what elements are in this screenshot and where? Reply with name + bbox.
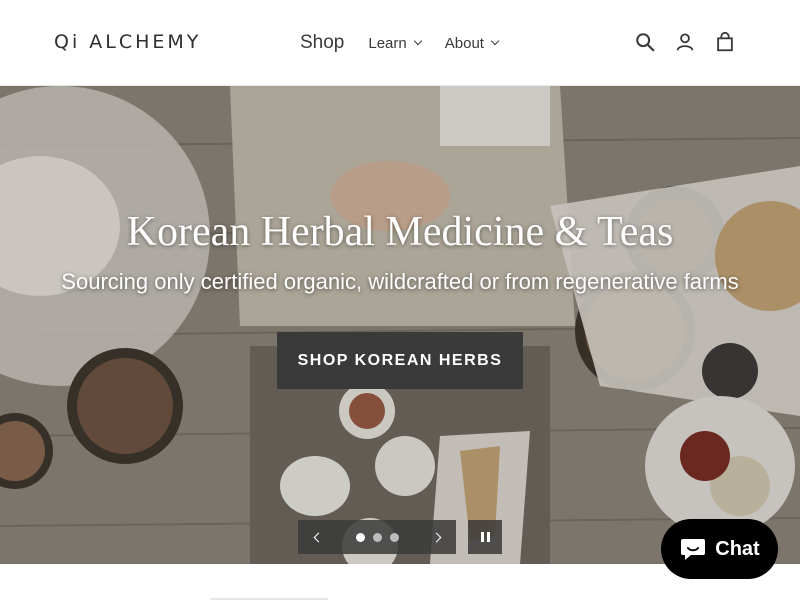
chat-bubble-icon — [681, 539, 706, 560]
next-slide-button[interactable] — [416, 520, 456, 554]
nav-item-shop[interactable]: Shop — [300, 32, 344, 54]
chevron-right-icon — [431, 532, 441, 542]
slide-dot-3[interactable] — [389, 532, 399, 542]
main-nav: Shop Learn About — [300, 0, 522, 86]
site-logo[interactable]: Qi ALCHEMY — [54, 31, 201, 53]
slide-dot-1[interactable] — [355, 532, 365, 542]
account-icon[interactable] — [674, 30, 696, 54]
hero-slideshow: Korean Herbal Medicine & Teas Sourcing o… — [0, 86, 800, 564]
nav-item-label: About — [444, 34, 484, 52]
nav-item-about[interactable]: About — [444, 34, 500, 52]
slide-dots — [338, 532, 416, 542]
nav-item-label: Learn — [368, 34, 407, 52]
slideshow-controls — [298, 520, 456, 554]
chevron-down-icon — [490, 36, 500, 46]
nav-item-label: Shop — [300, 32, 345, 53]
hero-overlay — [0, 86, 800, 564]
slide-dot-2[interactable] — [372, 532, 382, 542]
pause-icon — [480, 532, 484, 542]
previous-slide-button[interactable] — [298, 520, 338, 554]
cart-icon[interactable] — [714, 30, 736, 54]
hero-subtitle: Sourcing only certified organic, wildcra… — [61, 269, 739, 294]
chat-label: Chat — [715, 537, 760, 560]
chevron-down-icon — [413, 36, 422, 46]
chat-button[interactable]: Chat — [661, 519, 778, 579]
search-icon[interactable] — [634, 30, 656, 54]
shop-korean-herbs-button[interactable]: SHOP KOREAN HERBS — [277, 332, 523, 389]
nav-item-learn[interactable]: Learn — [368, 34, 422, 52]
pause-slideshow-button[interactable] — [468, 520, 502, 554]
site-header: Qi ALCHEMY Shop Learn About — [0, 0, 800, 86]
chevron-left-icon — [313, 532, 323, 542]
header-icons — [616, 30, 736, 54]
hero-title: Korean Herbal Medicine & Teas — [126, 209, 674, 255]
